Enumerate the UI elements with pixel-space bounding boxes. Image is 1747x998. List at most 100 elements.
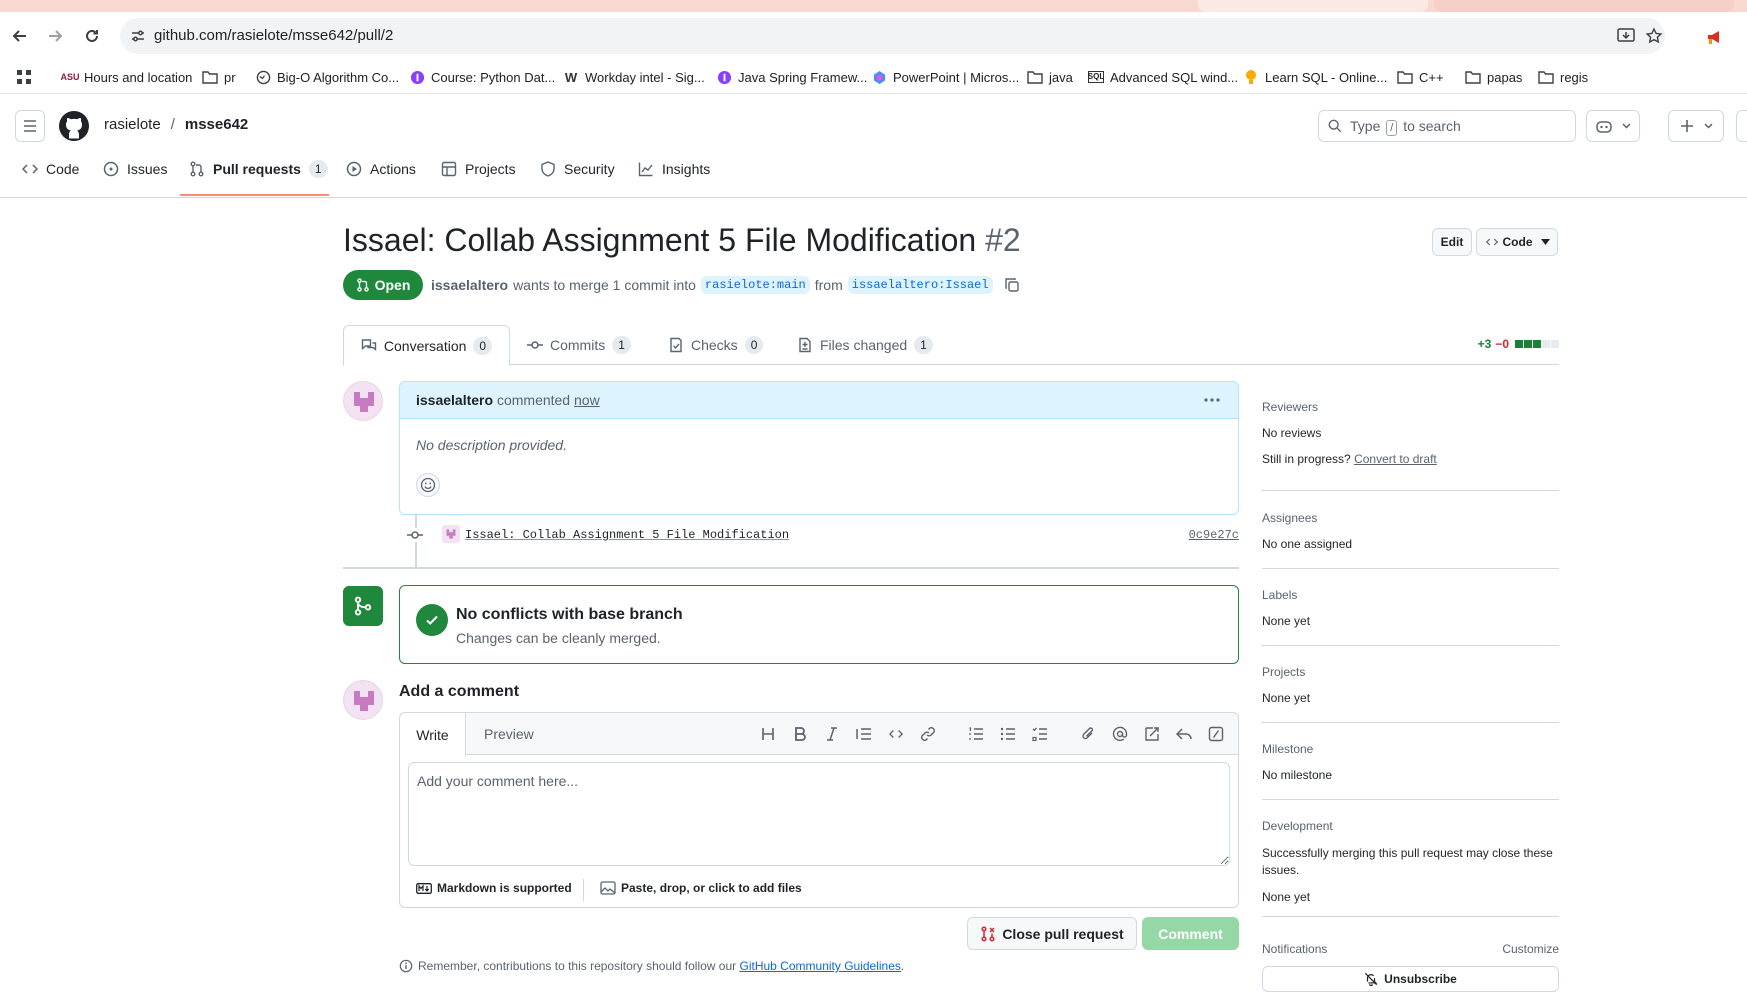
owner-link[interactable]: rasielote xyxy=(104,116,161,133)
milestone-heading[interactable]: Milestone xyxy=(1262,742,1313,756)
apps-grid-icon[interactable] xyxy=(16,69,32,85)
convert-to-draft-link[interactable]: Convert to draft xyxy=(1354,452,1437,466)
attach-files-note[interactable]: Paste, drop, or click to add files xyxy=(600,881,802,895)
tab-checks[interactable]: Checks 0 xyxy=(668,325,764,365)
browser-tab[interactable] xyxy=(1434,0,1734,12)
repo-tab-insights[interactable]: Insights xyxy=(638,149,710,189)
bell-slash-icon xyxy=(1365,972,1378,986)
italic-button[interactable] xyxy=(822,724,842,744)
diffstat-block-neutral xyxy=(1551,340,1559,348)
bookmark-label: Java Spring Framew... xyxy=(738,69,868,85)
reviewers-heading[interactable]: Reviewers xyxy=(1262,400,1318,414)
bookmark-label: Advanced SQL wind... xyxy=(1110,69,1239,85)
tab-conversation[interactable]: Conversation 0 xyxy=(343,325,510,366)
address-bar[interactable]: github.com/rasielote/msse642/pull/2 xyxy=(120,18,1665,54)
base-branch[interactable]: rasielote:main xyxy=(700,276,810,294)
graph-icon xyxy=(638,162,653,177)
projects-heading[interactable]: Projects xyxy=(1262,665,1305,679)
bookmark-papas[interactable]: papas xyxy=(1465,67,1522,87)
comment-options-button[interactable] xyxy=(1202,390,1222,410)
tab-files-changed[interactable]: Files changed 1 xyxy=(797,325,933,365)
repo-tab-actions[interactable]: Actions xyxy=(346,149,416,189)
unordered-list-button[interactable] xyxy=(998,724,1018,744)
bookmark-advanced-sql[interactable]: SQL Advanced SQL wind... xyxy=(1088,67,1238,87)
browser-tab-active[interactable] xyxy=(1198,0,1428,12)
markdown-note[interactable]: Markdown is supported xyxy=(416,881,572,895)
guidelines-link[interactable]: GitHub Community Guidelines xyxy=(740,959,901,973)
comment-timestamp[interactable]: now xyxy=(574,392,600,408)
bookmark-java[interactable]: java xyxy=(1027,67,1073,87)
tab-commits[interactable]: Commits 1 xyxy=(527,325,631,365)
reload-button[interactable] xyxy=(80,24,104,48)
repo-tab-issues[interactable]: Issues xyxy=(103,149,167,189)
task-list-button[interactable] xyxy=(1030,724,1050,744)
heading-button[interactable] xyxy=(758,724,778,744)
tab-write[interactable]: Write xyxy=(400,713,466,756)
quote-button[interactable] xyxy=(854,724,874,744)
repo-tab-pull-requests[interactable]: Pull requests 1 xyxy=(189,149,328,189)
commit-sha[interactable]: 0c9e27c xyxy=(1189,528,1239,542)
hamburger-icon xyxy=(24,120,36,132)
comment-input[interactable] xyxy=(408,762,1230,866)
comment-submit-button[interactable]: Comment xyxy=(1142,917,1239,950)
bookmark-label: regis xyxy=(1560,69,1589,85)
reference-button[interactable] xyxy=(1142,724,1162,744)
avatar[interactable] xyxy=(343,680,383,720)
attach-button[interactable] xyxy=(1078,724,1098,744)
repo-tab-security[interactable]: Security xyxy=(540,149,615,189)
bookmark-java-spring[interactable]: Java Spring Framew... xyxy=(716,67,867,87)
repo-tab-code[interactable]: Code xyxy=(22,149,79,189)
development-heading[interactable]: Development xyxy=(1262,819,1333,833)
bookmark-regis[interactable]: regis xyxy=(1538,67,1588,87)
link-button[interactable] xyxy=(918,724,938,744)
forward-button[interactable] xyxy=(43,24,67,48)
repo-link[interactable]: msse642 xyxy=(185,116,248,133)
author-link[interactable]: issaelaltero xyxy=(431,277,508,293)
editor-footer: Markdown is supported Paste, drop, or cl… xyxy=(400,873,1238,907)
mention-button[interactable] xyxy=(1110,724,1130,744)
search-input[interactable]: Type / to search xyxy=(1318,110,1576,142)
edit-title-button[interactable]: Edit xyxy=(1432,228,1472,256)
bookmark-hours[interactable]: ASU Hours and location xyxy=(61,67,193,87)
customize-link[interactable]: Customize xyxy=(1502,942,1559,956)
issues-button[interactable] xyxy=(1736,110,1747,142)
avatar[interactable] xyxy=(343,381,383,421)
assignees-heading[interactable]: Assignees xyxy=(1262,511,1317,525)
bookmark-pr[interactable]: pr xyxy=(202,67,236,87)
unsubscribe-button[interactable]: Unsubscribe xyxy=(1262,966,1559,992)
bookmark-bigo[interactable]: Big-O Algorithm Co... xyxy=(255,67,399,87)
copilot-icon xyxy=(871,69,887,85)
create-new-button[interactable] xyxy=(1668,110,1724,142)
labels-heading[interactable]: Labels xyxy=(1262,588,1297,602)
tab-preview[interactable]: Preview xyxy=(484,713,534,755)
bookmark-learn-sql[interactable]: Learn SQL - Online... xyxy=(1243,67,1387,87)
bookmark-powerpoint[interactable]: PowerPoint | Micros... xyxy=(871,67,1019,87)
repo-tab-projects[interactable]: Projects xyxy=(441,149,516,189)
comment-author[interactable]: issaelaltero xyxy=(416,392,493,408)
saved-replies-button[interactable] xyxy=(1174,724,1194,744)
guidelines-text: Remember, contributions to this reposito… xyxy=(418,959,737,973)
slash-commands-button[interactable] xyxy=(1206,724,1226,744)
avatar[interactable] xyxy=(442,525,460,543)
commit-message[interactable]: Issael: Collab Assignment 5 File Modific… xyxy=(465,528,789,542)
slash-key: / xyxy=(1386,120,1398,136)
copilot-button[interactable] xyxy=(1586,110,1640,142)
menu-button[interactable] xyxy=(15,110,45,142)
code-dropdown-button[interactable]: Code xyxy=(1476,228,1558,256)
back-button[interactable] xyxy=(8,24,32,48)
bookmark-python-course[interactable]: Course: Python Dat... xyxy=(409,67,555,87)
info-icon xyxy=(399,959,413,973)
close-pull-request-button[interactable]: Close pull request xyxy=(967,917,1137,950)
github-logo-icon[interactable] xyxy=(58,110,90,142)
bookmark-cpp[interactable]: C++ xyxy=(1397,67,1444,87)
add-reaction-button[interactable] xyxy=(416,473,440,497)
head-branch[interactable]: issaelaltero:Issael xyxy=(847,276,993,294)
bold-button[interactable] xyxy=(790,724,810,744)
development-note: Successfully merging this pull request m… xyxy=(1262,846,1553,877)
code-button[interactable] xyxy=(886,724,906,744)
megaphone-icon[interactable] xyxy=(1705,28,1725,46)
bookmark-workday[interactable]: W Workday intel - Sig... xyxy=(563,67,705,87)
copy-icon[interactable] xyxy=(1004,277,1020,293)
reviewers-value: No reviews xyxy=(1262,426,1322,440)
ordered-list-button[interactable] xyxy=(966,724,986,744)
